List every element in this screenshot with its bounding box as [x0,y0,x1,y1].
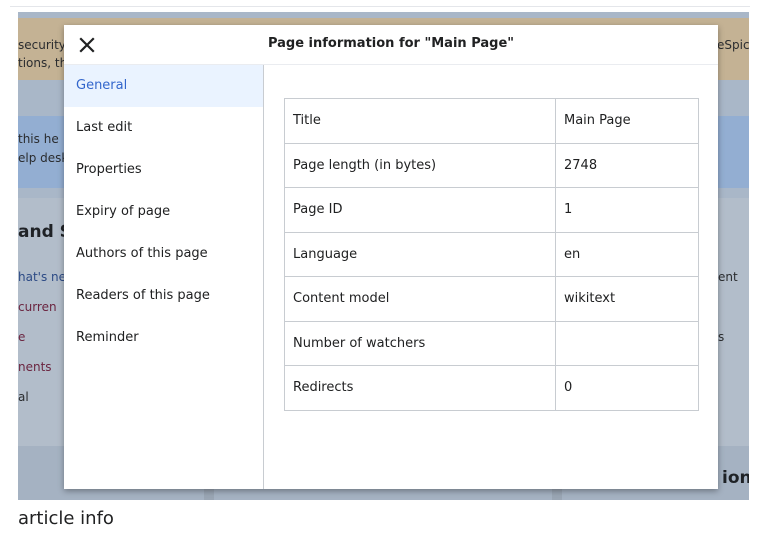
sidebar-item-authors[interactable]: Authors of this page [64,233,263,275]
sidebar-item-readers[interactable]: Readers of this page [64,275,263,317]
table-key: Title [284,98,556,144]
sidebar-item-properties[interactable]: Properties [64,149,263,191]
bg-text: this he [18,132,59,146]
dialog-header: Page information for "Main Page" [64,25,718,65]
column-divider [204,488,214,500]
bg-text: ent [718,270,738,284]
table-row: Number of watchers [284,320,699,366]
table-value: 1 [555,187,699,233]
table-row: Page ID 1 [284,187,699,233]
sidebar-item-last-edit[interactable]: Last edit [64,107,263,149]
bg-text: security [18,38,66,52]
dialog-title: Page information for "Main Page" [267,36,515,51]
caption: article info [18,508,114,529]
dialog-content: Title Main Page Page length (in bytes) 2… [264,65,718,489]
sidebar-item-general[interactable]: General [64,65,263,107]
table-key: Language [284,231,556,277]
page-info-dialog: Page information for "Main Page" General… [64,25,718,489]
table-value: Main Page [555,98,699,144]
table-value: wikitext [555,276,699,322]
bg-text: s [718,330,725,344]
column-divider [552,488,562,500]
table-row: Title Main Page [284,98,699,144]
table-row: Content model wikitext [284,276,699,322]
info-table: Title Main Page Page length (in bytes) 2… [284,98,699,411]
table-value: 2748 [555,142,699,188]
bg-text: tions, th [18,56,68,70]
table-value: en [555,231,699,277]
bg-text: elp desk [18,151,69,165]
bg-heading: ion [722,468,749,488]
bg-link: curren [18,300,57,314]
sidebar-item-expiry[interactable]: Expiry of page [64,191,263,233]
sidebar-item-reminder[interactable]: Reminder [64,317,263,359]
bg-link: nents [18,360,52,374]
table-key: Redirects [284,365,556,411]
table-key: Page length (in bytes) [284,142,556,188]
table-value [555,320,699,366]
page-frame-line [10,6,750,7]
table-row: Language en [284,231,699,277]
bg-text: eSpice [717,38,749,52]
dialog-sidebar: General Last edit Properties Expiry of p… [64,65,264,489]
table-row: Redirects 0 [284,365,699,411]
table-value: 0 [555,365,699,411]
table-row: Page length (in bytes) 2748 [284,142,699,188]
bg-link: hat's ne [18,270,67,284]
table-key: Number of watchers [284,320,556,366]
table-key: Page ID [284,187,556,233]
table-key: Content model [284,276,556,322]
bg-link: e [18,330,26,344]
bg-text: al [18,390,29,404]
